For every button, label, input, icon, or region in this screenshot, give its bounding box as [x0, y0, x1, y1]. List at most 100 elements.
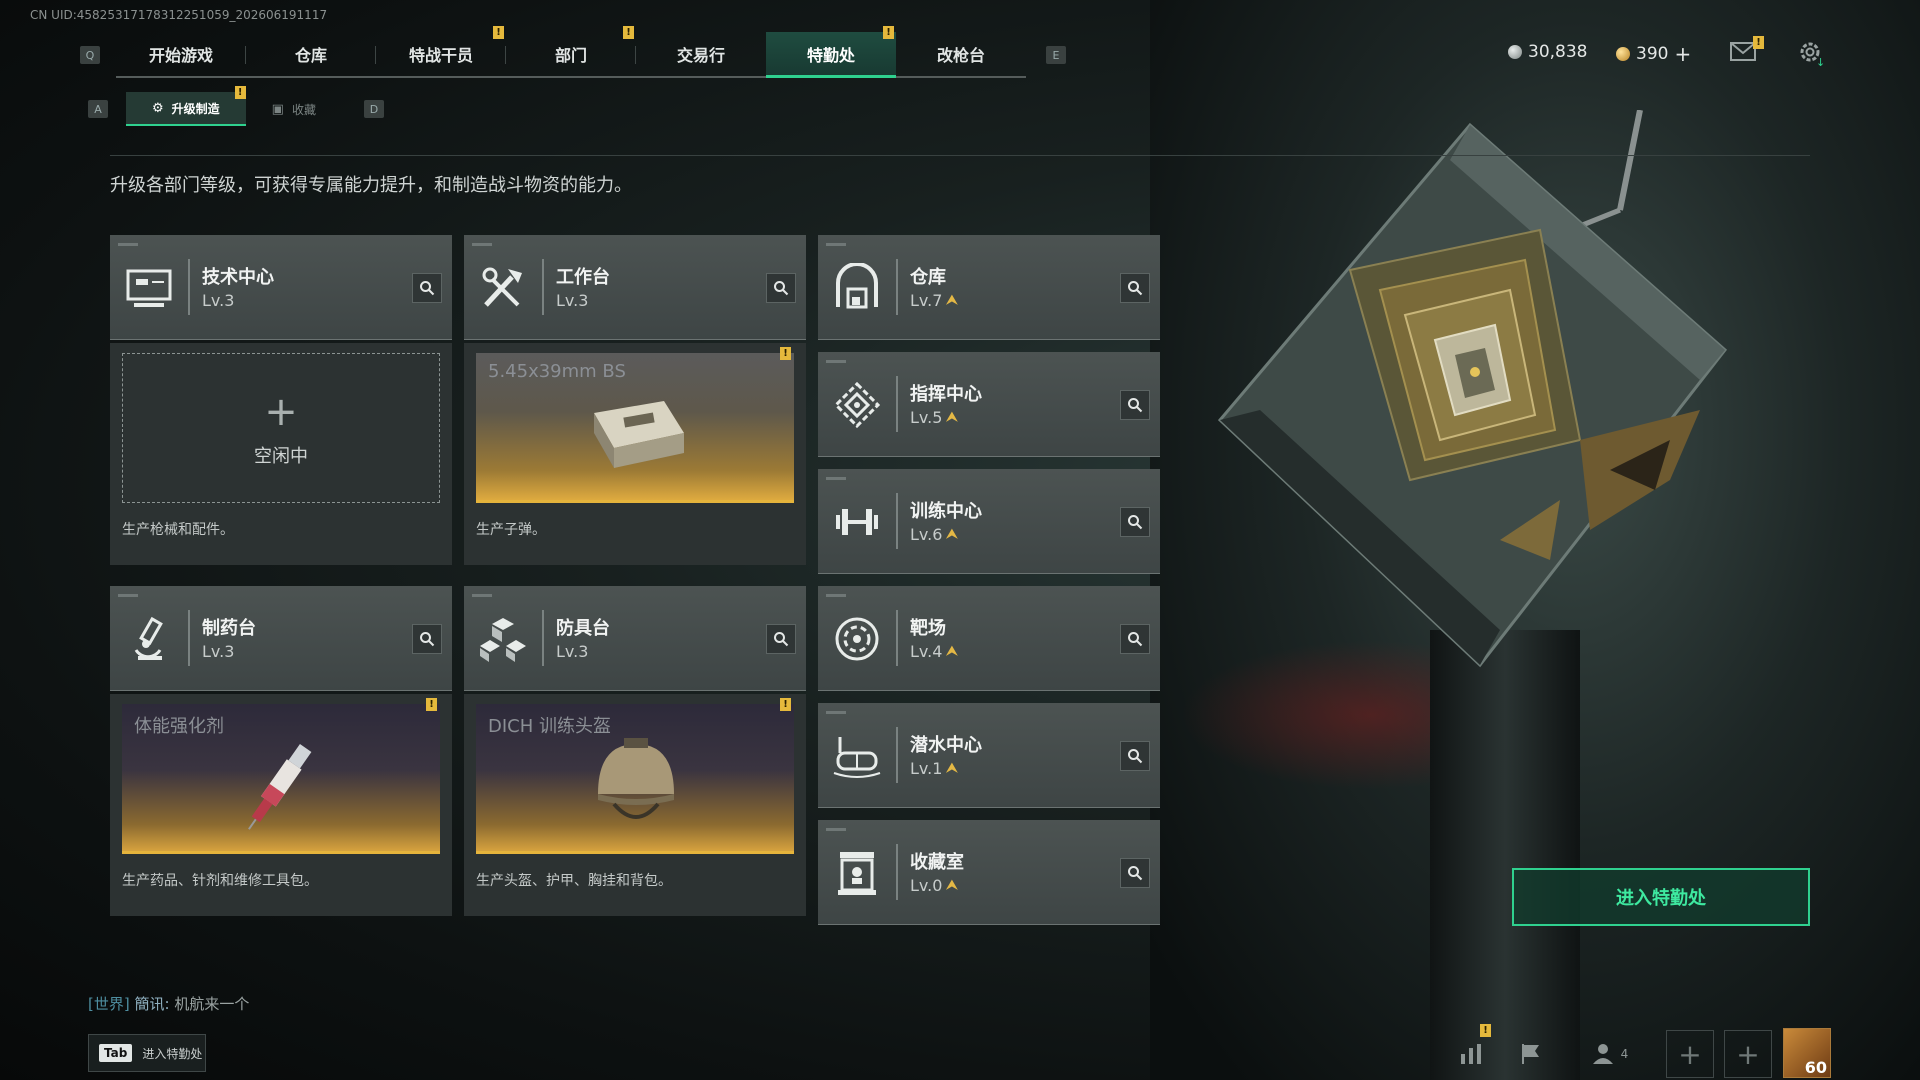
- department-card-tech-center[interactable]: 技术中心 Lv.3: [110, 235, 452, 340]
- department-card-diving-center[interactable]: 潜水中心 Lv.1 ⮝: [818, 703, 1160, 808]
- tab-department[interactable]: 部门!: [506, 26, 636, 78]
- level-text: Lv.1: [910, 759, 943, 778]
- item-name: 体能强化剂: [134, 716, 224, 737]
- department-card-pharmacy[interactable]: 制药台 Lv.3: [110, 586, 452, 691]
- enter-special-ops-button[interactable]: 进入特勤处: [1512, 868, 1810, 926]
- upgrade-gear-icon: ⚙: [152, 100, 164, 116]
- production-slot-tech-center[interactable]: + 空闲中 生产枪械和配件。: [110, 343, 452, 565]
- subtab-upgrade-manufacture[interactable]: ⚙ 升级制造 !: [126, 86, 246, 126]
- department-card-training-center[interactable]: 训练中心 Lv.6 ⮝: [818, 469, 1160, 574]
- search-icon: [420, 632, 435, 647]
- subnav-next-key[interactable]: D: [363, 100, 384, 118]
- flag-button[interactable]: [1513, 1036, 1549, 1072]
- helmet-image: [598, 738, 674, 819]
- department-card-command-center[interactable]: 指挥中心 Lv.5 ⮝: [818, 352, 1160, 457]
- divider: [110, 155, 1810, 156]
- department-card-collection-room[interactable]: 收藏室 Lv.0 ⮝: [818, 820, 1160, 925]
- add-gold-button[interactable]: +: [1674, 42, 1691, 66]
- department-name: 指挥中心: [910, 384, 982, 405]
- friends-icon: [1592, 1044, 1613, 1064]
- silver-currency: 30,838: [1508, 42, 1587, 62]
- friends-button[interactable]: 4: [1585, 1036, 1635, 1072]
- tab-trade-market[interactable]: 交易行: [636, 32, 766, 78]
- upgrade-arrow-icon: ⮝: [946, 878, 958, 893]
- tab-label: 交易行: [676, 46, 725, 65]
- inspect-button[interactable]: [1120, 858, 1150, 888]
- download-icon: ↓: [1816, 56, 1826, 69]
- idle-label: 空闲中: [254, 446, 308, 467]
- notification-badge: !: [1480, 1024, 1491, 1037]
- search-icon: [1128, 515, 1143, 530]
- level-text: Lv.0: [910, 876, 943, 895]
- settings-button[interactable]: ↓: [1796, 38, 1826, 68]
- chat-user: 簡讯:: [134, 995, 170, 1013]
- add-squad-slot-button[interactable]: +: [1724, 1030, 1772, 1078]
- production-description: 生产药品、针剂和维修工具包。: [122, 873, 318, 889]
- display-case-icon: [838, 852, 876, 895]
- inspect-button[interactable]: [412, 273, 442, 303]
- inspect-button[interactable]: [1120, 390, 1150, 420]
- subtab-collection[interactable]: ▣ 收藏: [246, 92, 342, 126]
- inspect-button[interactable]: [1120, 273, 1150, 303]
- flag-icon: [1522, 1044, 1539, 1064]
- warehouse-icon: [836, 263, 878, 309]
- tab-warehouse[interactable]: 仓库: [246, 32, 376, 78]
- tab-label: 特战干员: [408, 46, 473, 65]
- sub-nav: A ⚙ 升级制造 ! ▣ 收藏 D: [88, 86, 384, 126]
- department-card-armor-bench[interactable]: 防具台 Lv.3: [464, 586, 806, 691]
- chat-line[interactable]: [世界] 簡讯: 机航来一个: [88, 993, 249, 1014]
- inspect-button[interactable]: [412, 624, 442, 654]
- stats-button[interactable]: !: [1453, 1024, 1491, 1072]
- ammo-box-image: [594, 401, 684, 468]
- upgrade-arrow-icon: ⮝: [946, 527, 958, 542]
- subnav-prev-key[interactable]: A: [88, 100, 108, 118]
- production-slot-workbench[interactable]: 5.45x39mm BS ! 生产子弹。: [464, 343, 806, 565]
- upgrade-arrow-icon: ⮝: [946, 410, 958, 425]
- production-item[interactable]: 5.45x39mm BS: [476, 353, 794, 503]
- level-text: Lv.6: [910, 525, 943, 544]
- production-slot-armor-bench[interactable]: DICH 训练头盔 ! 生产头盔、护甲、胸挂和背包。: [464, 694, 806, 916]
- mail-button[interactable]: !: [1730, 36, 1764, 64]
- upgrade-arrow-icon: ⮝: [946, 293, 958, 308]
- collection-icon: ▣: [271, 101, 284, 117]
- department-level: Lv.3: [202, 642, 234, 661]
- tab-special-ops[interactable]: 特勤处!: [766, 26, 896, 78]
- department-name: 收藏室: [910, 852, 964, 873]
- tab-hint-label: 进入特勤处: [142, 1046, 203, 1061]
- nav-prev-key[interactable]: Q: [80, 46, 100, 64]
- department-level: Lv.1 ⮝: [910, 759, 957, 778]
- department-card-workbench[interactable]: 工作台 Lv.3: [464, 235, 806, 340]
- add-squad-slot-button[interactable]: +: [1666, 1030, 1714, 1078]
- inspect-button[interactable]: [766, 273, 796, 303]
- inspect-button[interactable]: [1120, 624, 1150, 654]
- idle-slot[interactable]: + 空闲中: [122, 353, 440, 503]
- level-text: Lv.3: [202, 291, 235, 310]
- production-slot-pharmacy[interactable]: 体能强化剂 ! 生产药品、针剂和维修工具包。: [110, 694, 452, 916]
- nav-next-key[interactable]: E: [1046, 46, 1066, 64]
- level-text: Lv.4: [910, 642, 943, 661]
- inspect-button[interactable]: [1120, 741, 1150, 771]
- department-level: Lv.3: [202, 291, 234, 310]
- department-level: Lv.0 ⮝: [910, 876, 957, 895]
- tab-gunsmith[interactable]: 改枪台: [896, 32, 1026, 78]
- inspect-button[interactable]: [1120, 507, 1150, 537]
- tab-hint[interactable]: Tab 进入特勤处: [88, 1034, 206, 1072]
- tab-start-game[interactable]: 开始游戏: [116, 32, 246, 78]
- notification-badge: !: [493, 26, 504, 39]
- department-card-warehouse[interactable]: 仓库 Lv.7 ⮝: [818, 235, 1160, 340]
- player-uid: CN UID:4582531717831225105­9_20260619111…: [30, 8, 328, 22]
- production-item[interactable]: 体能强化剂: [122, 704, 440, 854]
- player-avatar[interactable]: 60: [1783, 1028, 1831, 1078]
- department-level: Lv.6 ⮝: [910, 525, 957, 544]
- department-name: 仓库: [910, 267, 946, 288]
- tab-operators[interactable]: 特战干员!: [376, 26, 506, 78]
- department-card-shooting-range[interactable]: 靶场 Lv.4 ⮝: [818, 586, 1160, 691]
- special-ops-cube-artwork: [1217, 110, 1728, 668]
- injector-image: [248, 744, 312, 830]
- department-name: 工作台: [556, 267, 610, 288]
- production-description: 生产子弹。: [476, 522, 546, 538]
- department-level: Lv.7 ⮝: [910, 291, 957, 310]
- production-item[interactable]: DICH 训练头盔: [476, 704, 794, 854]
- inspect-button[interactable]: [766, 624, 796, 654]
- page-description: 升级各部门等级，可获得专属能力提升，和制造战斗物资的能力。: [110, 175, 632, 196]
